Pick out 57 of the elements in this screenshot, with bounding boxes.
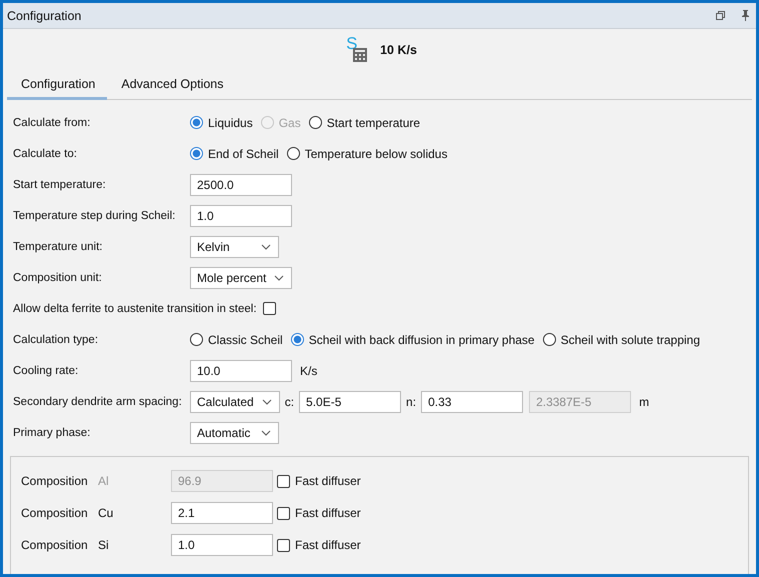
field-label: c:: [284, 394, 294, 408]
radio-option[interactable]: Start temperature: [308, 116, 420, 130]
checkbox[interactable]: [277, 538, 290, 552]
icon-letter: S: [346, 35, 358, 52]
composition-label: Composition: [21, 506, 89, 520]
chevron-icon: [262, 398, 272, 404]
field-label: Calculate to:: [13, 148, 78, 160]
chevron-icon: [274, 274, 284, 280]
input-field[interactable]: 0.33: [421, 390, 524, 412]
input-field[interactable]: 2500.0: [190, 174, 292, 196]
radio-option[interactable]: Scheil with back diffusion in primary phase: [290, 332, 535, 346]
field-label: n:: [406, 394, 416, 408]
composition-label: Composition: [21, 474, 89, 488]
radio-option[interactable]: Classic Scheil: [190, 332, 283, 346]
tab[interactable]: Configuration: [7, 71, 108, 100]
field-label: Composition unit:: [13, 272, 103, 284]
dropdown[interactable]: Kelvin: [190, 236, 279, 258]
chevron-icon: [261, 244, 271, 250]
dropdown[interactable]: Calculated: [190, 390, 280, 412]
checkbox-label: Fast diffuser: [295, 474, 361, 488]
checkbox-label: Fast diffuser: [295, 506, 361, 520]
unit-label: m: [639, 394, 650, 408]
unit-label: K/s: [300, 364, 318, 378]
restore-icon[interactable]: [716, 11, 725, 20]
field-label: Temperature unit:: [13, 240, 104, 252]
result-title: 10 K/s: [380, 43, 417, 57]
tab[interactable]: Advanced Options: [107, 71, 236, 100]
radio-option[interactable]: End of Scheil: [190, 146, 279, 160]
input-field[interactable]: 1.0: [190, 204, 292, 226]
dropdown[interactable]: Mole percent: [190, 266, 292, 288]
calculator-icon: [353, 48, 368, 62]
radio-option[interactable]: Liquidus: [190, 116, 253, 130]
radio-option[interactable]: Temperature below solidus: [286, 146, 448, 160]
input-field[interactable]: 1.0: [171, 534, 273, 556]
checkbox[interactable]: [277, 506, 290, 520]
field-label: Temperature step during Scheil:: [13, 210, 176, 222]
field-label: Cooling rate:: [13, 364, 80, 376]
dropdown[interactable]: Automatic: [190, 422, 279, 444]
input-field[interactable]: 5.0E-5: [299, 390, 402, 412]
input-field[interactable]: 2.1: [171, 502, 273, 524]
field-label: Allow delta ferrite to austenite transition in steel:: [13, 302, 257, 314]
field-label: Start temperature:: [13, 178, 107, 190]
window-title: Configuration: [7, 8, 82, 22]
field-label: Primary phase:: [13, 426, 92, 438]
field-label: Calculate from:: [13, 116, 92, 128]
input-field[interactable]: 10.0: [190, 360, 292, 382]
checkbox[interactable]: [262, 302, 276, 315]
element-label: Al: [98, 474, 110, 488]
field-label: Secondary dendrite arm spacing:: [13, 396, 183, 408]
radio-option[interactable]: Scheil with solute trapping: [542, 332, 700, 346]
pin-icon[interactable]: [741, 10, 750, 21]
element-label: Si: [98, 538, 110, 552]
checkbox-label: Fast diffuser: [295, 538, 361, 552]
composition-label: Composition: [21, 538, 89, 552]
field-label: Calculation type:: [13, 334, 100, 346]
element-label: Cu: [98, 506, 114, 520]
chevron-icon: [261, 430, 271, 436]
